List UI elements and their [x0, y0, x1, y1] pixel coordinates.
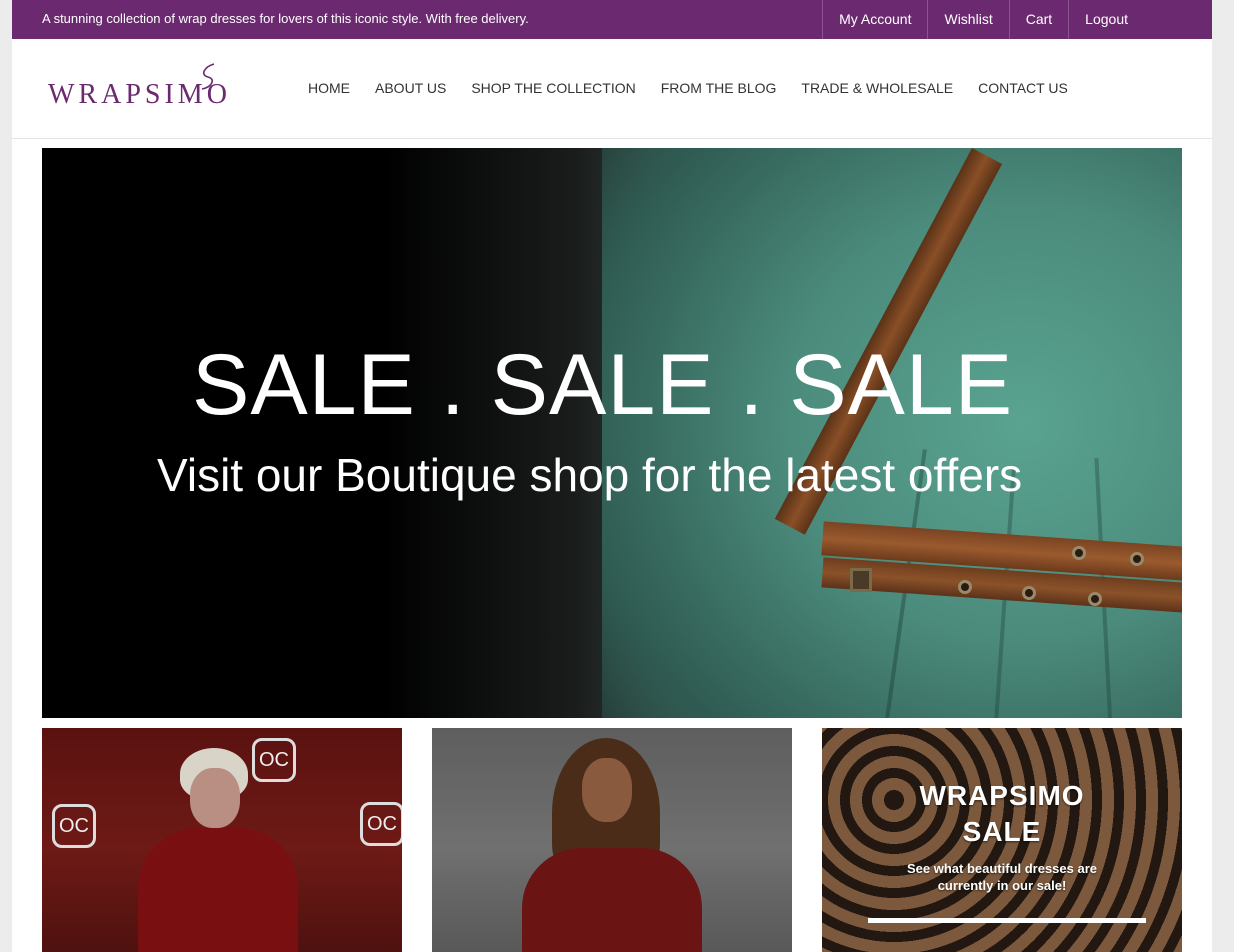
logout-link[interactable]: Logout	[1068, 0, 1212, 39]
person-red-dress	[138, 828, 298, 952]
person-face	[190, 768, 240, 828]
belt-hole	[1022, 586, 1036, 600]
my-account-link[interactable]: My Account	[822, 0, 927, 39]
sale-tile-text: currently in our sale!	[937, 878, 1067, 893]
oc-logo: OC	[360, 802, 402, 846]
cart-link[interactable]: Cart	[1008, 0, 1068, 39]
person-red-dress	[522, 848, 702, 952]
hero-subtitle: Visit our Boutique shop for the latest o…	[157, 449, 1023, 501]
belt-hole	[1130, 552, 1144, 566]
page-wrapper: A stunning collection of wrap dresses fo…	[12, 0, 1212, 952]
site-logo[interactable]: WRAPSIMO	[48, 61, 264, 113]
sale-tile[interactable]: WRAPSIMO SALE See what beautiful dresses…	[822, 728, 1182, 952]
belt-hole	[1088, 592, 1102, 606]
logo-text: WRAPSIMO	[48, 79, 231, 110]
hero-banner[interactable]: SALE . SALE . SALE Visit our Boutique sh…	[42, 148, 1182, 718]
nav-contact-us[interactable]: CONTACT US	[978, 80, 1068, 96]
nav-trade-wholesale[interactable]: TRADE & WHOLESALE	[801, 80, 953, 96]
sale-tile-heading: SALE	[962, 816, 1042, 847]
nav-about-us[interactable]: ABOUT US	[375, 80, 446, 96]
oc-logo: OC	[52, 804, 96, 848]
celebrity-tile-2[interactable]	[432, 728, 792, 952]
belt-buckle	[850, 568, 872, 592]
site-header: WRAPSIMO HOME ABOUT US SHOP THE COLLECTI…	[12, 39, 1212, 139]
hero-title: SALE . SALE . SALE	[192, 337, 1014, 433]
nav-from-the-blog[interactable]: FROM THE BLOG	[661, 80, 777, 96]
celebrity-tile-1[interactable]: OC OC OC	[42, 728, 402, 952]
main-nav: HOME ABOUT US SHOP THE COLLECTION FROM T…	[308, 80, 1093, 96]
sale-tile-text: See what beautiful dresses are	[906, 861, 1098, 876]
oc-logo: OC	[252, 738, 296, 782]
account-links: My Account Wishlist Cart Logout	[822, 0, 1212, 39]
nav-shop-the-collection[interactable]: SHOP THE COLLECTION	[471, 80, 635, 96]
belt-hole	[1072, 546, 1086, 560]
sale-tile-divider	[868, 918, 1146, 923]
wishlist-link[interactable]: Wishlist	[927, 0, 1008, 39]
nav-home[interactable]: HOME	[308, 80, 350, 96]
sale-tile-heading: WRAPSIMO	[919, 780, 1085, 811]
tagline: A stunning collection of wrap dresses fo…	[42, 11, 529, 26]
person-face	[582, 758, 632, 822]
belt-hole	[958, 580, 972, 594]
top-bar: A stunning collection of wrap dresses fo…	[12, 0, 1212, 39]
